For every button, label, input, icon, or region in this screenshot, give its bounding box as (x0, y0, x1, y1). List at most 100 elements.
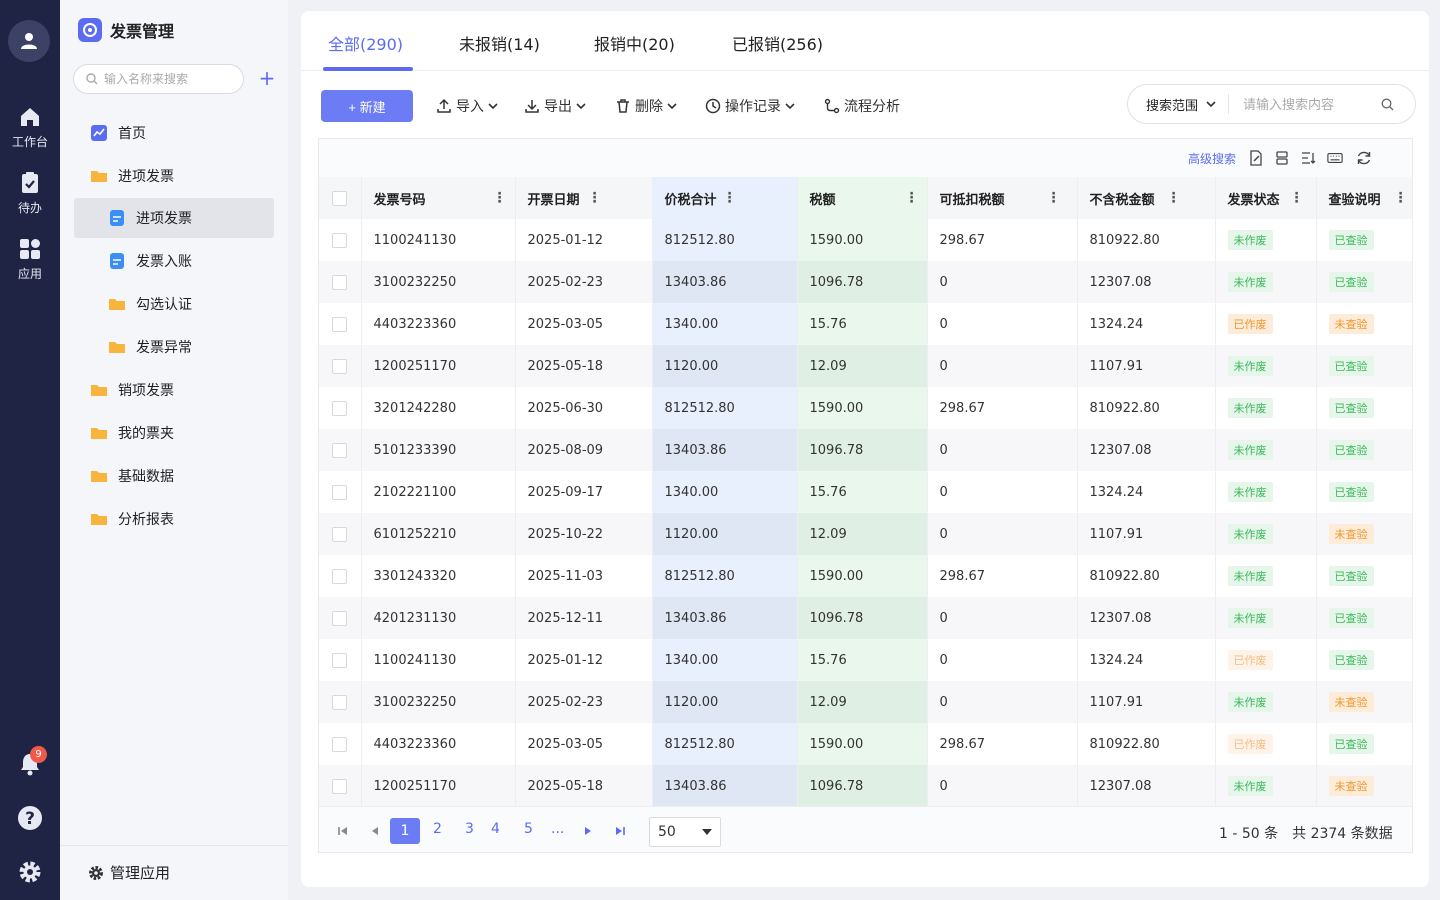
export-button[interactable]: 导出 (524, 96, 586, 116)
table-row[interactable]: 3201242280 2025-06-30 812512.80 1590.00 298.… (319, 387, 1413, 429)
row-checkbox[interactable] (332, 526, 348, 542)
rail-item-todo[interactable]: 待办 (0, 171, 60, 216)
sidebar-search-input[interactable] (104, 72, 234, 86)
page-button[interactable]: 2 (433, 821, 442, 837)
row-checkbox[interactable] (332, 778, 348, 794)
prev-page-icon[interactable] (369, 825, 381, 837)
sidebar-item-home[interactable]: 首页 (74, 113, 274, 153)
delete-button[interactable]: 删除 (615, 96, 677, 116)
tab-all[interactable]: 全部(290) (328, 31, 403, 55)
row-checkbox[interactable] (332, 484, 348, 500)
issue-date-cell: 2025-11-03 (515, 555, 653, 597)
table-row[interactable]: 6101252210 2025-10-22 1120.00 12.09 0 1107.91… (319, 513, 1413, 555)
last-page-icon[interactable] (614, 825, 626, 837)
check-badge: 已查验 (1328, 650, 1374, 670)
help-icon[interactable]: ? (17, 805, 43, 831)
sidebar-item-reports[interactable]: 分析报表 (74, 499, 274, 539)
app-rail: 工作台 待办 应用 9 ? (0, 0, 60, 900)
row-checkbox[interactable] (332, 400, 348, 416)
table-search-input[interactable] (1243, 96, 1372, 112)
table-row[interactable]: 4403223360 2025-03-05 1340.00 15.76 0 1324.24… (319, 303, 1413, 345)
next-page-icon[interactable] (582, 825, 594, 837)
col-check-note[interactable]: 查验说明 ⋮ (1316, 177, 1413, 219)
column-menu-icon[interactable]: ⋮ (1290, 191, 1304, 205)
table-row[interactable]: 3301243320 2025-11-03 812512.80 1590.00 298.… (319, 555, 1413, 597)
first-page-icon[interactable] (337, 825, 349, 837)
table-row[interactable]: 1200251170 2025-05-18 1120.00 12.09 0 1107.91… (319, 345, 1413, 387)
rail-item-apps[interactable]: 应用 (0, 237, 60, 282)
user-avatar[interactable] (8, 20, 50, 62)
sidebar-item-output-invoice[interactable]: 销项发票 (74, 370, 274, 410)
keyboard-icon[interactable] (1327, 150, 1343, 166)
sidebar-search[interactable] (73, 64, 244, 94)
row-checkbox[interactable] (332, 316, 348, 332)
sidebar-item-input-invoice-group[interactable]: 进项发票 (74, 156, 274, 196)
col-net-amount[interactable]: 不含税金额 ⋮ (1077, 177, 1216, 219)
file-edit-icon[interactable] (1248, 150, 1264, 166)
search-icon[interactable] (1381, 98, 1394, 111)
row-checkbox[interactable] (332, 442, 348, 458)
table-row[interactable]: 4201231130 2025-12-11 13403.86 1096.78 0 1230… (319, 597, 1413, 639)
search-scope-select[interactable]: 搜索范围 (1146, 95, 1216, 114)
page-button[interactable]: 4 (491, 821, 500, 837)
table-row[interactable]: 5101233390 2025-08-09 13403.86 1096.78 0 1230… (319, 429, 1413, 471)
column-menu-icon[interactable]: ⋮ (1394, 191, 1408, 205)
sort-icon[interactable] (1300, 150, 1316, 166)
sidebar-item-input-invoice[interactable]: 进项发票 (74, 198, 274, 238)
select-all-checkbox[interactable] (332, 190, 348, 206)
flow-analysis-button[interactable]: 流程分析 (824, 96, 900, 116)
chevron-down-icon (488, 103, 498, 110)
col-issue-date[interactable]: 开票日期 ⋮ (515, 177, 653, 219)
layout-icon[interactable] (1274, 150, 1290, 166)
column-menu-icon[interactable]: ⋮ (588, 191, 602, 205)
tab-reimbursed[interactable]: 已报销(256) (732, 31, 823, 55)
table-row[interactable]: 1200251170 2025-05-18 13403.86 1096.78 0 1230… (319, 765, 1413, 807)
row-checkbox[interactable] (332, 232, 348, 248)
row-checkbox[interactable] (332, 274, 348, 290)
row-checkbox[interactable] (332, 652, 348, 668)
table-row[interactable]: 3100232250 2025-02-23 13403.86 1096.78 0 1230… (319, 261, 1413, 303)
sidebar-item-invoice-posting[interactable]: 发票入账 (74, 241, 274, 281)
column-menu-icon[interactable]: ⋮ (905, 191, 919, 205)
new-button[interactable]: + 新建 (321, 90, 413, 122)
page-size-select[interactable]: 50 (649, 817, 721, 847)
col-tax[interactable]: 税额 ⋮ (797, 177, 928, 219)
col-deductible-tax[interactable]: 可抵扣税额 ⋮ (927, 177, 1078, 219)
table-row[interactable]: 1100241130 2025-01-12 812512.80 1590.00 298.… (319, 219, 1413, 261)
page-button[interactable]: 5 (524, 821, 533, 837)
col-invoice-no[interactable]: 发票号码 ⋮ (361, 177, 516, 219)
rail-item-workbench[interactable]: 工作台 (0, 105, 60, 150)
row-checkbox[interactable] (332, 610, 348, 626)
col-invoice-status[interactable]: 发票状态 ⋮ (1215, 177, 1317, 219)
column-menu-icon[interactable]: ⋮ (1167, 191, 1181, 205)
settings-gear-icon[interactable] (17, 859, 43, 885)
column-menu-icon[interactable]: ⋮ (1047, 191, 1061, 205)
row-checkbox[interactable] (332, 736, 348, 752)
sidebar-item-base-data[interactable]: 基础数据 (74, 456, 274, 496)
table-row[interactable]: 2102221100 2025-09-17 1340.00 15.76 0 1324.24… (319, 471, 1413, 513)
row-checkbox[interactable] (332, 358, 348, 374)
operation-log-button[interactable]: 操作记录 (705, 96, 795, 116)
column-menu-icon[interactable]: ⋮ (493, 191, 507, 205)
page-ellipsis[interactable]: ... (551, 821, 564, 837)
tab-reimbursing[interactable]: 报销中(20) (594, 31, 675, 55)
row-checkbox[interactable] (332, 568, 348, 584)
refresh-icon[interactable] (1356, 150, 1372, 166)
sidebar-item-my-folder[interactable]: 我的票夹 (74, 413, 274, 453)
tab-unreimbursed[interactable]: 未报销(14) (459, 31, 540, 55)
page-button-current[interactable]: 1 (390, 818, 420, 844)
table-row[interactable]: 4403223360 2025-03-05 812512.80 1590.00 298.… (319, 723, 1413, 765)
table-row[interactable]: 3100232250 2025-02-23 1120.00 12.09 0 1107.91… (319, 681, 1413, 723)
column-menu-icon[interactable]: ⋮ (723, 191, 737, 205)
import-button[interactable]: 导入 (436, 96, 498, 116)
sidebar-item-invoice-exception[interactable]: 发票异常 (74, 327, 274, 367)
table-row[interactable]: 1100241130 2025-01-12 1340.00 15.76 0 1324.24… (319, 639, 1413, 681)
col-total-with-tax[interactable]: 价税合计 ⋮ (652, 177, 798, 219)
add-icon[interactable]: + (258, 68, 276, 88)
row-checkbox[interactable] (332, 694, 348, 710)
invoice-no-cell: 5101233390 (361, 429, 516, 471)
advanced-search-link[interactable]: 高级搜索 (1188, 150, 1236, 167)
manage-apps-button[interactable]: 管理应用 (88, 862, 170, 883)
sidebar-item-check-certify[interactable]: 勾选认证 (74, 284, 274, 324)
page-button[interactable]: 3 (465, 821, 474, 837)
